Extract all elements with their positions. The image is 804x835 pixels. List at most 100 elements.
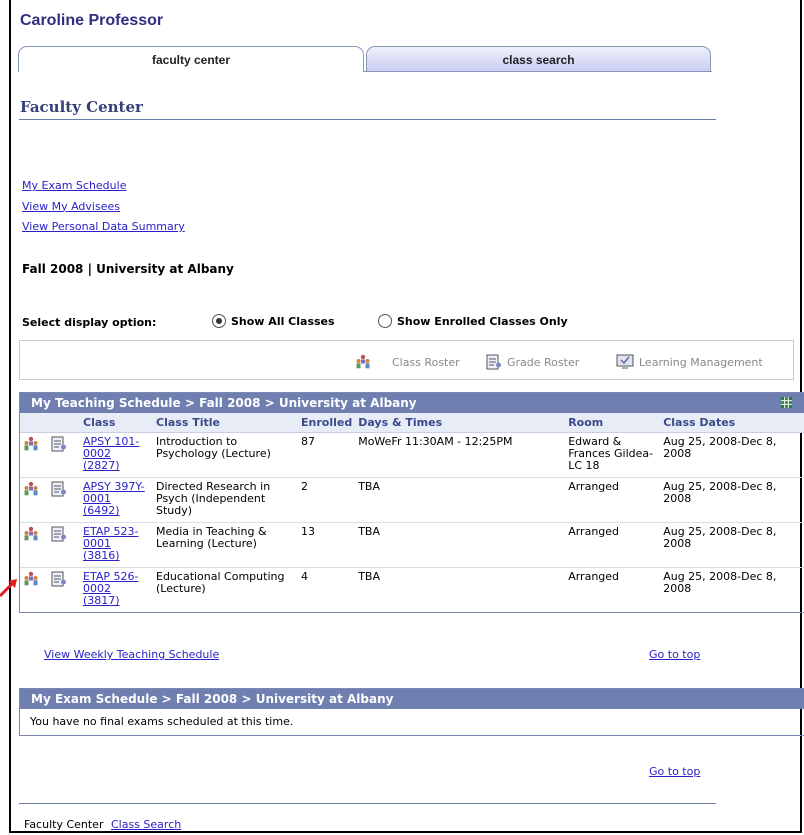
my-exam-schedule-link[interactable]: My Exam Schedule [22, 179, 126, 192]
room-cell: Arranged [565, 477, 661, 523]
legend-class-roster: Class Roster [355, 354, 460, 370]
legend-learning-management: Learning Management [616, 354, 763, 370]
grade-roster-cell[interactable] [48, 432, 80, 478]
teaching-schedule-table: Class Class Title Enrolled Days & Times … [20, 413, 804, 612]
table-row: APSY 101- 0002 (2827) Introduction to Psyc… [20, 432, 804, 478]
enrolled-cell: 13 [298, 522, 356, 568]
learning-management-icon [616, 354, 634, 369]
class-link[interactable]: APSY 397Y- 0001 (6492) [83, 480, 145, 517]
class-link[interactable]: ETAP 523- 0001 (3816) [83, 525, 138, 562]
class-roster-cell[interactable] [20, 522, 48, 568]
col-grade-icon [48, 413, 80, 433]
view-personal-data-link[interactable]: View Personal Data Summary [22, 220, 185, 233]
view-weekly-schedule-link[interactable]: View Weekly Teaching Schedule [44, 648, 219, 661]
room-cell: Edward & Frances Gildea-LC 18 [565, 432, 661, 478]
room-cell: Arranged [565, 522, 661, 568]
class-number[interactable]: (3817) [83, 594, 120, 607]
footer-class-search-link[interactable]: Class Search [111, 818, 181, 831]
term-heading: Fall 2008 | University at Albany [22, 262, 234, 276]
class-cell[interactable]: ETAP 523- 0001 (3816) [80, 522, 153, 568]
legend-grade-roster-label: Grade Roster [507, 355, 580, 369]
col-room: Room [565, 413, 661, 433]
pointer-arrow-icon [0, 579, 17, 598]
no-exams-message: You have no final exams scheduled at thi… [30, 715, 294, 728]
days-times-cell: TBA [355, 477, 566, 523]
table-row: APSY 397Y- 0001 (6492) Directed Research i… [20, 477, 804, 523]
class-dates-cell: Aug 25, 2008-Dec 8, 2008 [660, 432, 804, 478]
class-cell[interactable]: APSY 101- 0002 (2827) [80, 432, 153, 478]
class-number[interactable]: (3816) [83, 549, 120, 562]
radio-selected-icon [212, 314, 226, 328]
class-dates-cell: Aug 25, 2008-Dec 8, 2008 [660, 522, 804, 568]
grade-roster-cell[interactable] [48, 568, 80, 613]
footer-divider [19, 803, 716, 804]
col-enrolled: Enrolled [298, 413, 356, 433]
download-grid-icon[interactable] [781, 397, 792, 408]
class-roster-cell[interactable] [20, 568, 48, 613]
grade-roster-icon[interactable] [51, 481, 67, 497]
class-dates-cell: Aug 25, 2008-Dec 8, 2008 [660, 477, 804, 523]
class-roster-cell[interactable] [20, 432, 48, 478]
days-times-cell: TBA [358, 570, 380, 583]
class-roster-icon[interactable] [23, 436, 39, 452]
view-my-advisees-link[interactable]: View My Advisees [22, 200, 120, 213]
show-enrolled-only-label: Show Enrolled Classes Only [397, 314, 568, 328]
show-enrolled-only-radio[interactable]: Show Enrolled Classes Only [378, 314, 568, 328]
title-divider [19, 119, 716, 120]
icon-legend: Class Roster Grade Roster Learning Manag… [19, 340, 794, 380]
class-dates-cell: Aug 25, 2008-Dec 8, 2008 [663, 570, 777, 595]
teaching-schedule-title: My Teaching Schedule > Fall 2008 > Unive… [31, 396, 417, 410]
grade-roster-icon[interactable] [51, 436, 67, 452]
grade-roster-cell[interactable] [48, 477, 80, 523]
tab-divider [364, 71, 712, 72]
footer: Faculty Center Class Search [24, 818, 181, 831]
days-times-cell: MoWeFr 11:30AM - 12:25PM [355, 432, 566, 478]
go-to-top-link[interactable]: Go to top [649, 648, 700, 661]
legend-learning-management-label: Learning Management [639, 355, 763, 369]
tab-faculty-center[interactable]: faculty center [18, 46, 364, 72]
radio-unselected-icon [378, 314, 392, 328]
days-times-cell: TBA [355, 522, 566, 568]
tab-class-search[interactable]: class search [366, 46, 711, 72]
show-all-classes-radio[interactable]: Show All Classes [212, 314, 335, 328]
class-roster-icon[interactable] [23, 481, 39, 497]
grade-roster-icon [486, 354, 501, 370]
class-roster-icon[interactable] [23, 526, 39, 542]
class-cell[interactable]: APSY 397Y- 0001 (6492) [80, 477, 153, 523]
grade-roster-icon[interactable] [51, 526, 67, 542]
table-row: ETAP 526- 0002 (3817) Educational Computin… [20, 568, 804, 613]
exam-schedule-grid: My Exam Schedule > Fall 2008 > Universit… [19, 688, 804, 736]
exam-schedule-header: My Exam Schedule > Fall 2008 > Universit… [20, 689, 804, 709]
schedule-header-row: Class Class Title Enrolled Days & Times … [20, 413, 804, 433]
col-roster-icon [20, 413, 48, 433]
col-days-times: Days & Times [355, 413, 566, 433]
class-number[interactable]: (2827) [83, 459, 120, 472]
enrolled-cell: 87 [298, 432, 356, 478]
class-link[interactable]: ETAP 526- 0002 (3817) [83, 570, 138, 607]
enrolled-cell: 4 [301, 570, 308, 583]
grade-roster-icon[interactable] [51, 571, 67, 587]
quick-links: My Exam Schedule View My Advisees View P… [22, 176, 185, 238]
legend-grade-roster: Grade Roster [486, 354, 579, 370]
class-title-cell: Introduction to Psychology (Lecture) [153, 432, 298, 478]
room-cell: Arranged [568, 570, 620, 583]
grade-roster-cell[interactable] [48, 522, 80, 568]
teaching-schedule-grid: My Teaching Schedule > Fall 2008 > Unive… [19, 392, 804, 613]
legend-class-roster-label: Class Roster [392, 355, 460, 369]
table-row: ETAP 523- 0001 (3816) Media in Teaching & … [20, 522, 804, 568]
user-name: Caroline Professor [20, 12, 164, 29]
class-title-cell: Directed Research in Psych (Independent … [153, 477, 298, 523]
go-to-top-link-2[interactable]: Go to top [649, 765, 700, 778]
class-roster-icon [356, 354, 370, 369]
col-class-title: Class Title [153, 413, 298, 433]
class-cell[interactable]: ETAP 526- 0002 (3817) [80, 568, 153, 613]
class-roster-icon[interactable] [23, 571, 39, 587]
footer-faculty-center: Faculty Center [24, 818, 104, 831]
show-all-classes-label: Show All Classes [231, 314, 335, 328]
class-number[interactable]: (6492) [83, 504, 120, 517]
class-roster-cell[interactable] [20, 477, 48, 523]
class-link[interactable]: APSY 101- 0002 (2827) [83, 435, 139, 472]
col-class: Class [80, 413, 153, 433]
enrolled-cell: 2 [298, 477, 356, 523]
display-option-label: Select display option: [22, 316, 157, 329]
